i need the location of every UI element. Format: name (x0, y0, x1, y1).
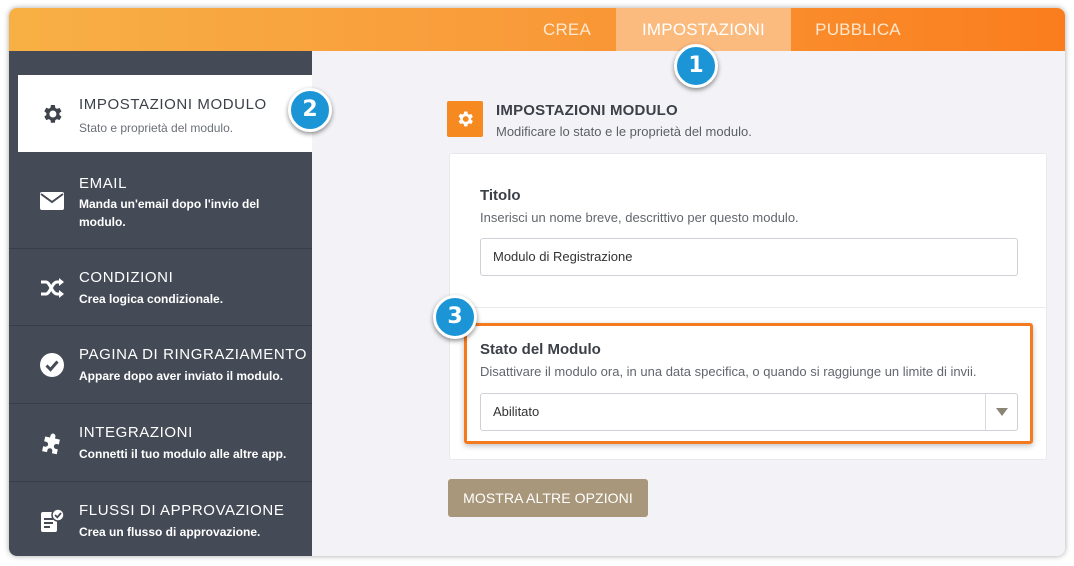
sidebar-item-pagina-ringraziamento[interactable]: PAGINA DI RINGRAZIAMENTO Appare dopo ave… (9, 326, 312, 404)
app-window: CREA IMPOSTAZIONI PUBBLICA IMPOSTAZIONI … (9, 8, 1065, 556)
page-title: IMPOSTAZIONI MODULO (496, 102, 678, 119)
settings-sidebar: IMPOSTAZIONI MODULO Stato e proprietà de… (9, 51, 312, 556)
envelope-icon (39, 188, 65, 214)
show-more-options-button[interactable]: MOSTRA ALTRE OPZIONI (448, 479, 648, 517)
sidebar-item-title: INTEGRAZIONI (79, 424, 193, 441)
shuffle-icon (39, 275, 65, 301)
top-nav-bar: CREA IMPOSTAZIONI PUBBLICA (9, 8, 1065, 51)
sidebar-item-title: CONDIZIONI (79, 269, 174, 286)
gear-icon (39, 101, 65, 127)
sidebar-item-desc: Manda un'email dopo l'invio del modulo. (79, 197, 260, 229)
approval-doc-icon (39, 508, 65, 534)
settings-header-gear-icon (447, 101, 483, 137)
sidebar-item-title: PAGINA DI RINGRAZIAMENTO (79, 346, 308, 363)
sidebar-item-email[interactable]: EMAIL Manda un'email dopo l'invio del mo… (9, 157, 312, 249)
sidebar-item-desc: Crea un flusso di approvazione. (79, 525, 261, 539)
puzzle-icon (39, 430, 65, 456)
title-field-desc: Inserisci un nome breve, descrittivo per… (480, 210, 799, 225)
sidebar-item-impostazioni-modulo[interactable]: IMPOSTAZIONI MODULO Stato e proprietà de… (18, 75, 312, 152)
sidebar-item-title: IMPOSTAZIONI MODULO (79, 96, 267, 113)
callout-badge-2: 2 (288, 88, 332, 132)
callout-badge-1: 1 (674, 44, 718, 88)
sidebar-item-desc: Connetti il tuo modulo alle altre app. (79, 447, 287, 461)
title-field-label: Titolo (480, 187, 521, 204)
tab-pubblica[interactable]: PUBBLICA (803, 8, 913, 51)
status-highlight-box (464, 323, 1033, 444)
sidebar-item-flussi-approvazione[interactable]: FLUSSI DI APPROVAZIONE Crea un flusso di… (9, 482, 312, 556)
sidebar-item-integrazioni[interactable]: INTEGRAZIONI Connetti il tuo modulo alle… (9, 404, 312, 482)
sidebar-item-title: FLUSSI DI APPROVAZIONE (79, 502, 285, 519)
divider (450, 307, 1046, 308)
sidebar-item-title: EMAIL (79, 175, 128, 192)
check-circle-icon (39, 352, 65, 378)
sidebar-item-desc: Appare dopo aver inviato il modulo. (79, 369, 284, 383)
callout-badge-3: 3 (433, 295, 477, 339)
sidebar-item-condizioni[interactable]: CONDIZIONI Crea logica condizionale. (9, 249, 312, 326)
sidebar-item-desc: Stato e proprietà del modulo. (79, 121, 234, 135)
tab-crea[interactable]: CREA (530, 8, 604, 51)
sidebar-item-desc: Crea logica condizionale. (79, 292, 224, 306)
page-subtitle: Modificare lo stato e le proprietà del m… (496, 124, 752, 139)
title-input[interactable]: Modulo di Registrazione (480, 238, 1018, 276)
